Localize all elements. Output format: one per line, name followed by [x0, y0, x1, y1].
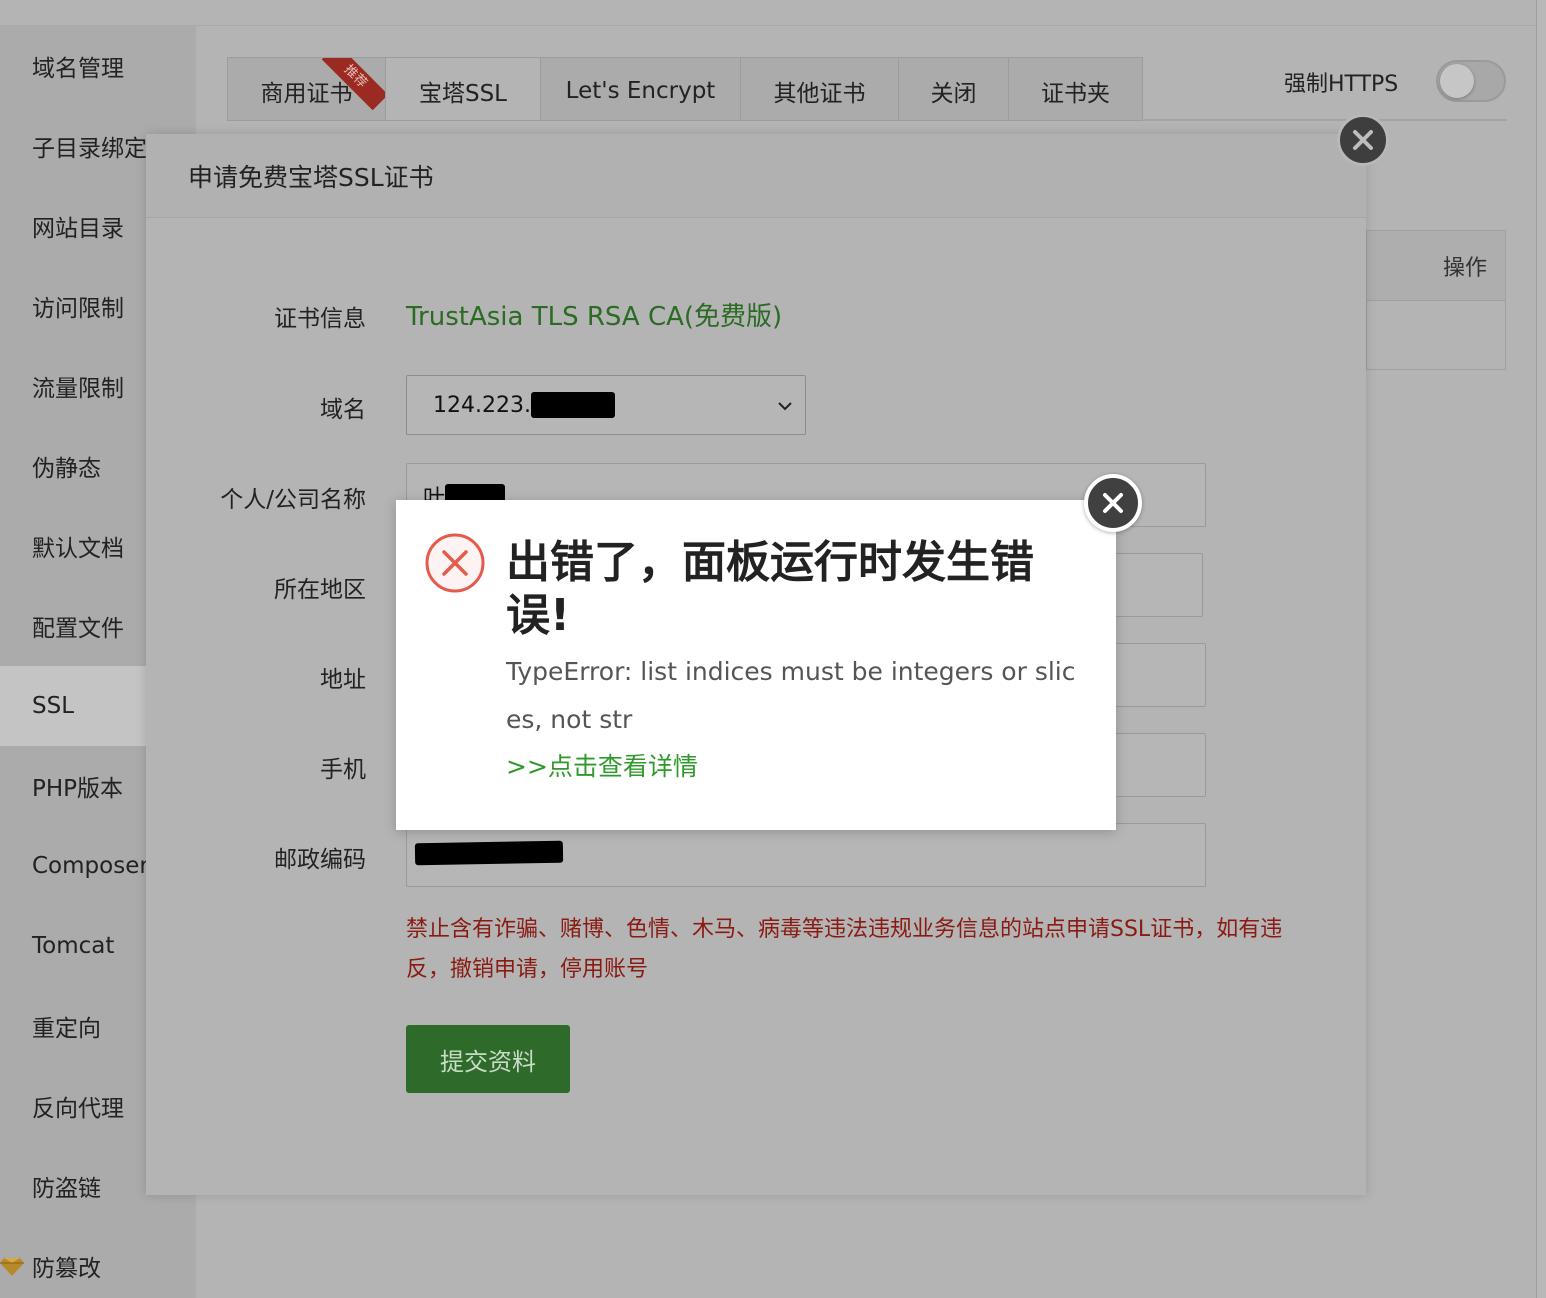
- table-header-action: 操作: [1367, 231, 1505, 301]
- redaction-mark: [530, 392, 615, 418]
- top-bar: [0, 0, 1536, 26]
- error-title: 出错了，面板运行时发生错误!: [506, 537, 1034, 641]
- modal-close-button[interactable]: [1337, 114, 1389, 166]
- scrollbar[interactable]: [1536, 0, 1546, 1298]
- redaction-mark: [414, 840, 564, 866]
- postal-code-label: 邮政编码: [274, 847, 366, 873]
- tab-other-cert[interactable]: 其他证书: [740, 57, 898, 121]
- tab-divider: [1142, 119, 1507, 121]
- address-label: 地址: [320, 667, 366, 693]
- cert-info-label: 证书信息: [274, 306, 366, 332]
- tab-cert-folder[interactable]: 证书夹: [1008, 57, 1143, 121]
- error-close-button[interactable]: [1084, 474, 1142, 532]
- tab-close-ssl[interactable]: 关闭: [898, 57, 1008, 121]
- submit-button[interactable]: 提交资料: [406, 1025, 570, 1093]
- company-name-label: 个人/公司名称: [220, 487, 366, 513]
- force-https-label: 强制HTTPS: [1284, 72, 1399, 97]
- error-circle-icon: [425, 533, 485, 593]
- error-dialog: 出错了，面板运行时发生错误! TypeError: list indices m…: [396, 500, 1116, 830]
- postal-code-input[interactable]: [406, 823, 1206, 887]
- chevron-down-icon: [778, 402, 792, 411]
- tab-lets-encrypt[interactable]: Let's Encrypt: [540, 57, 740, 121]
- close-icon: [1353, 130, 1373, 150]
- cert-table: 操作: [1366, 230, 1506, 370]
- sidebar-item-tamper-proof[interactable]: 防篡改: [0, 1226, 196, 1298]
- modal-title: 申请免费宝塔SSL证书: [146, 134, 1366, 218]
- diamond-icon: [0, 1258, 24, 1276]
- view-details-link[interactable]: >>点击查看详情: [506, 747, 698, 783]
- tab-bt-ssl[interactable]: 宝塔SSL: [385, 57, 540, 121]
- phone-label: 手机: [320, 757, 366, 783]
- tab-commercial-cert[interactable]: 商用证书 推荐: [227, 57, 385, 121]
- close-icon: [1103, 493, 1123, 513]
- region-label: 所在地区: [274, 577, 366, 603]
- sidebar-item-domain[interactable]: 域名管理: [0, 26, 196, 106]
- toggle-knob: [1440, 64, 1474, 98]
- domain-select[interactable]: 124.223.: [406, 375, 806, 435]
- domain-select-value: 124.223.: [433, 392, 531, 418]
- domain-label: 域名: [320, 397, 366, 423]
- cert-info-value: TrustAsia TLS RSA CA(免费版): [406, 302, 783, 332]
- error-detail: TypeError: list indices must be integers…: [506, 657, 1076, 734]
- ssl-policy-warning: 禁止含有诈骗、赌博、色情、木马、病毒等违法违规业务信息的站点申请SSL证书，如有…: [406, 917, 1283, 982]
- force-https-toggle[interactable]: [1436, 60, 1506, 102]
- ssl-tabs: 商用证书 推荐 宝塔SSL Let's Encrypt 其他证书 关闭 证书夹: [227, 57, 1143, 121]
